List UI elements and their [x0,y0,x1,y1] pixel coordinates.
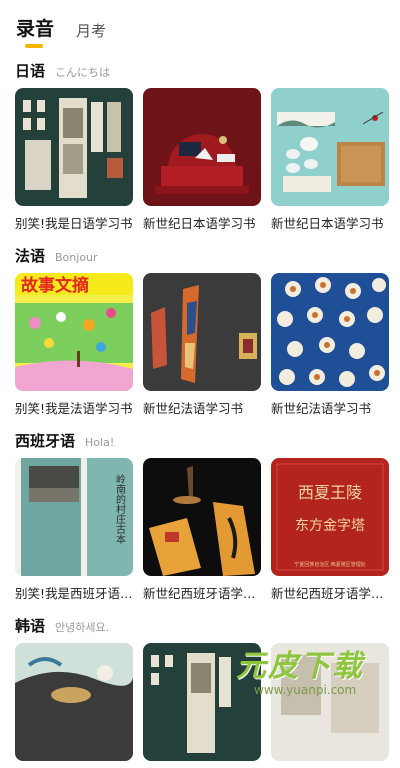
section-korean: 韩语 안녕하세요. [15,615,390,768]
book-card[interactable]: 新世纪法语学习书 [271,273,389,417]
section-subtitle: Hola! [85,436,115,449]
book-card[interactable]: 新世纪日本语学习书 [271,88,389,232]
book-card[interactable]: 故事文摘 别笑!我是法语学习书 [15,273,133,417]
book-title: 新世纪法语学习书 [271,401,372,416]
section-title: 法语 [15,247,46,265]
section-subtitle: こんにちは [55,66,111,79]
section-spanish: 西班牙语 Hola! 岭南的村庄古本 别笑!我是西班牙语学习书 [15,430,390,602]
book-card[interactable]: 新世纪法语学习书 [143,273,261,417]
book-card[interactable] [143,643,261,768]
book-card[interactable] [15,643,133,768]
cover-footer: 宁夏回族自治区 西夏陵区管理处 [294,561,366,568]
book-cover: 故事文摘 [15,273,133,391]
book-title: 别笑!我是日语学习书 [15,216,133,231]
section-subtitle: Bonjour [55,251,98,264]
book-card[interactable]: 西夏王陵 东方金字塔 宁夏回族自治区 西夏陵区管理处 新世纪西班牙语学习书 [271,458,389,602]
section-title: 西班牙语 [15,432,76,450]
book-cover: 岭南的村庄古本 [15,458,133,576]
book-card[interactable]: 岭南的村庄古本 别笑!我是西班牙语学习书 [15,458,133,602]
book-cover [271,273,389,391]
book-title: 新世纪西班牙语学习书 [143,586,261,601]
book-cover [271,643,389,761]
section-subtitle: 안녕하세요. [55,621,110,634]
book-cover [15,88,133,206]
book-cover: 西夏王陵 东方金字塔 宁夏回族自治区 西夏陵区管理处 [271,458,389,576]
book-card[interactable]: 别笑!我是日语学习书 [15,88,133,232]
cover-subtitle: 东方金字塔 [295,518,365,534]
book-cover [143,458,261,576]
book-title: 新世纪法语学习书 [143,401,244,416]
book-card[interactable]: 新世纪西班牙语学习书 [143,458,261,602]
book-cover [143,88,261,206]
book-title: 新世纪日本语学习书 [271,216,384,231]
book-card[interactable] [271,643,389,768]
book-cover [143,643,261,761]
book-title: 别笑!我是法语学习书 [15,401,133,416]
book-cover [15,643,133,761]
tab-recording[interactable]: 录音 [16,14,54,48]
magazine-title: 故事文摘 [21,275,89,296]
book-title: 新世纪日本语学习书 [143,216,256,231]
section-title: 韩语 [15,617,46,635]
tab-monthly-exam[interactable]: 月考 [76,20,106,41]
section-french: 法语 Bonjour 故事文摘 别笑!我是法语学习书 新世纪法语学习书 新世纪法… [15,245,390,417]
spine-text: 岭南的村庄古本 [114,473,126,545]
cover-title: 西夏王陵 [298,483,362,502]
book-cover [143,273,261,391]
book-card[interactable]: 新世纪日本语学习书 [143,88,261,232]
book-cover [271,88,389,206]
book-title: 别笑!我是西班牙语学习书 [15,586,133,601]
section-japanese: 日语 こんにちは 别笑!我是日语学习书 新世纪日本语学习书 新世纪日本语学习书 [15,60,390,232]
tab-bar: 录音 月考 [16,14,128,48]
section-title: 日语 [15,62,46,80]
book-title: 新世纪西班牙语学习书 [271,586,389,601]
